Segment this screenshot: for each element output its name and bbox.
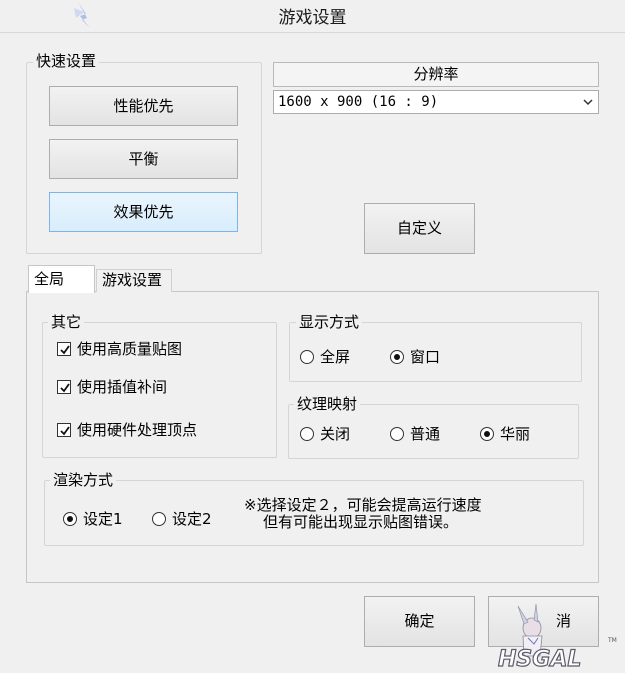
ok-button[interactable]: 确定 — [364, 596, 475, 647]
other-group-label: 其它 — [48, 313, 85, 331]
radio-unselected-icon[interactable] — [390, 427, 404, 441]
custom-button[interactable]: 自定义 — [364, 203, 475, 254]
texture-normal-radio[interactable]: 普通 — [390, 424, 460, 444]
checkbox-label: 使用高质量贴图 — [77, 340, 183, 358]
radio-label: 窗口 — [410, 348, 441, 366]
chevron-down-icon[interactable] — [582, 91, 594, 121]
fullscreen-radio[interactable]: 全屏 — [300, 347, 370, 367]
quick-settings-label: 快速设置 — [33, 52, 100, 70]
windowed-radio[interactable]: 窗口 — [390, 347, 460, 367]
checkbox-label: 使用硬件处理顶点 — [77, 421, 198, 439]
radio-label: 全屏 — [320, 348, 351, 366]
radio-unselected-icon[interactable] — [300, 350, 314, 364]
texture-mapping-label: 纹理映射 — [294, 395, 361, 413]
render-setting2-radio[interactable]: 设定2 — [152, 509, 232, 529]
radio-label: 普通 — [410, 425, 441, 443]
resolution-header: 分辨率 — [273, 62, 599, 87]
resolution-dropdown[interactable]: 1600 x 900 (16 : 9) — [273, 90, 599, 114]
checkbox-checked-icon[interactable] — [57, 423, 71, 437]
texture-gorgeous-radio[interactable]: 华丽 — [480, 424, 550, 444]
checkbox-checked-icon[interactable] — [57, 380, 71, 394]
radio-unselected-icon[interactable] — [300, 427, 314, 441]
display-mode-label: 显示方式 — [296, 313, 363, 331]
note-line-1: ※选择设定２，可能会提高运行速度 — [244, 496, 482, 514]
site-watermark-logo: HSGAL TM — [490, 600, 625, 673]
render-mode-note: ※选择设定２，可能会提高运行速度 但有可能出现显示贴图错误。 — [244, 497, 564, 531]
render-setting1-radio[interactable]: 设定1 — [63, 509, 143, 529]
trademark-mark: TM — [607, 637, 617, 644]
high-quality-texture-checkbox[interactable]: 使用高质量贴图 — [57, 339, 257, 359]
radio-selected-icon[interactable] — [480, 427, 494, 441]
quality-priority-button[interactable]: 效果优先 — [49, 192, 238, 232]
tab-global[interactable]: 全局 — [28, 265, 95, 293]
performance-priority-button[interactable]: 性能优先 — [49, 86, 238, 126]
window-title: 游戏设置 — [278, 8, 347, 28]
interpolation-checkbox[interactable]: 使用插值补间 — [57, 377, 257, 397]
texture-off-radio[interactable]: 关闭 — [300, 424, 370, 444]
render-mode-label: 渲染方式 — [50, 471, 117, 489]
hardware-vertex-checkbox[interactable]: 使用硬件处理顶点 — [57, 420, 267, 440]
radio-label: 设定1 — [83, 510, 123, 528]
note-line-2: 但有可能出现显示贴图错误。 — [263, 513, 459, 531]
resolution-selected-value: 1600 x 900 (16 : 9) — [278, 94, 439, 110]
watermark-text: HSGAL — [498, 647, 581, 672]
checkbox-checked-icon[interactable] — [57, 342, 71, 356]
radio-unselected-icon[interactable] — [152, 512, 166, 526]
radio-selected-icon[interactable] — [390, 350, 404, 364]
radio-label: 华丽 — [500, 425, 531, 443]
tab-game-settings[interactable]: 游戏设置 — [96, 269, 172, 292]
radio-label: 设定2 — [172, 510, 212, 528]
balanced-button[interactable]: 平衡 — [49, 139, 238, 179]
radio-label: 关闭 — [320, 425, 351, 443]
radio-selected-icon[interactable] — [63, 512, 77, 526]
checkbox-label: 使用插值补间 — [77, 378, 168, 396]
